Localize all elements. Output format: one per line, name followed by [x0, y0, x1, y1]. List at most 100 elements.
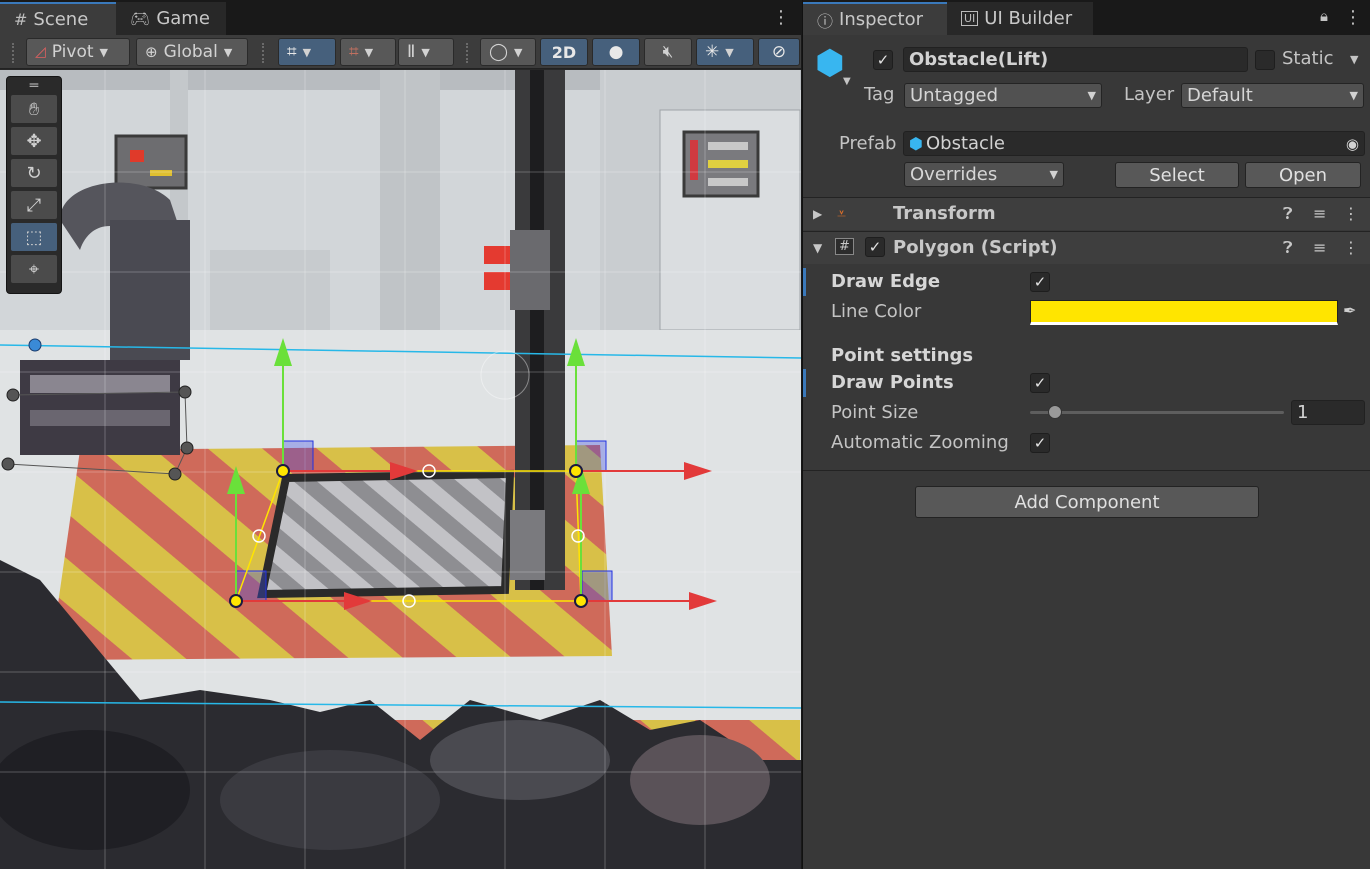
globe-icon: ⊕: [145, 43, 158, 61]
increment-snap-button[interactable]: ⌗ ▼: [340, 38, 396, 66]
collider-point[interactable]: [1, 457, 15, 471]
add-component-button[interactable]: Add Component: [915, 486, 1259, 518]
camera-handle[interactable]: [28, 338, 42, 352]
tab-game-label: Game: [156, 8, 210, 29]
rect-tool-button[interactable]: ⬚: [11, 223, 57, 251]
prefab-field[interactable]: ⬢ Obstacle ◉: [903, 131, 1365, 156]
ui-builder-icon: UI: [961, 11, 979, 26]
object-picker-icon[interactable]: ◉: [1346, 135, 1359, 153]
polygon-point[interactable]: [574, 594, 588, 608]
ruler-button[interactable]: Ⅱ ▼: [398, 38, 454, 66]
open-label: Open: [1278, 164, 1328, 186]
scene-more-icon[interactable]: ⋮: [772, 7, 790, 28]
prefab-open-button[interactable]: Open: [1245, 162, 1361, 188]
overrides-dropdown[interactable]: Overrides ▼: [904, 162, 1064, 187]
shading-sphere-icon: ◯: [489, 42, 509, 62]
collider-point[interactable]: [6, 388, 20, 402]
polygon-point[interactable]: [229, 594, 243, 608]
point-size-slider-track[interactable]: [1030, 405, 1284, 419]
polygon-script-header[interactable]: ▼ # ✓ Polygon (Script) ❓︎ ≡ ⋮: [803, 231, 1370, 264]
grid-snap-button[interactable]: ⌗ ▼: [278, 38, 336, 66]
wall-panel: [210, 250, 330, 340]
component-menu-icon[interactable]: ⋮: [1343, 238, 1359, 257]
polygon-point[interactable]: [569, 464, 583, 478]
scene-viewport[interactable]: [0, 70, 801, 869]
prefab-cube-icon: ⬢: [909, 134, 923, 153]
transform-tool-button[interactable]: ⌖: [11, 255, 57, 283]
object-icon-dropdown[interactable]: ▼: [843, 76, 851, 87]
auto-zoom-label: Automatic Zooming: [831, 432, 1009, 453]
scene-view-canvas[interactable]: [0, 70, 801, 869]
tab-game[interactable]: 🎮︎ Game: [116, 2, 226, 35]
help-icon[interactable]: ❓︎: [1283, 238, 1293, 258]
toolbar-grip-icon: [466, 43, 470, 63]
control-panel-light: [150, 170, 172, 176]
chevron-down-icon: ▼: [302, 45, 312, 59]
rotate-tool-button[interactable]: ↻: [11, 159, 57, 187]
visibility-toggle[interactable]: ⊘: [758, 38, 800, 66]
tab-ui-builder[interactable]: UI UI Builder: [947, 2, 1093, 35]
control-panel-light: [690, 140, 698, 180]
polygon-enabled-checkbox[interactable]: ✓: [865, 237, 885, 257]
tag-dropdown[interactable]: Untagged ▼: [904, 83, 1102, 108]
foldout-expanded-icon[interactable]: ▼: [813, 241, 822, 255]
layer-dropdown[interactable]: Default ▼: [1181, 83, 1364, 108]
draw-edge-checkbox[interactable]: ✓: [1030, 272, 1050, 292]
chevron-down-icon: ▼: [514, 45, 523, 59]
rect-icon: ⬚: [25, 226, 43, 248]
scene-tabbar: # Scene 🎮︎ Game ⋮: [0, 0, 801, 35]
tool-palette-handle[interactable]: ═: [7, 77, 61, 95]
effects-button[interactable]: ✳ ▼: [696, 38, 754, 66]
mode-2d-label: 2D: [551, 42, 577, 62]
move-tool-button[interactable]: ✥: [11, 127, 57, 155]
collider-point[interactable]: [168, 467, 182, 481]
draw-mode-button[interactable]: ◯ ▼: [480, 38, 536, 66]
presets-icon[interactable]: ≡: [1313, 238, 1326, 257]
wall-panel: [380, 70, 440, 330]
line-color-field[interactable]: [1030, 300, 1338, 325]
object-cube-icon: ⬢: [815, 43, 845, 83]
layer-value: Default: [1187, 85, 1253, 106]
polygon-script-title: Polygon (Script): [893, 237, 1058, 258]
collider-point[interactable]: [180, 441, 194, 455]
polygon-point[interactable]: [276, 464, 290, 478]
object-active-checkbox[interactable]: ✓: [873, 50, 893, 70]
pivot-dropdown[interactable]: ◿ Pivot ▼: [26, 38, 130, 66]
tab-inspector[interactable]: ⓘ Inspector: [803, 2, 947, 35]
tab-ui-builder-label: UI Builder: [984, 8, 1073, 29]
help-icon[interactable]: ❓︎: [1283, 204, 1293, 224]
lock-icon[interactable]: 🔒︎: [1317, 7, 1331, 25]
audio-toggle[interactable]: 🔇︎: [644, 38, 692, 66]
point-size-field[interactable]: 1: [1291, 400, 1365, 425]
empty-checkbox-icon: [1255, 50, 1275, 70]
component-menu-icon[interactable]: ⋮: [1343, 204, 1359, 223]
chevron-down-icon: ▼: [725, 45, 734, 59]
hand-tool-button[interactable]: ✋︎: [11, 95, 57, 123]
auto-zoom-checkbox[interactable]: ✓: [1030, 433, 1050, 453]
collider-point[interactable]: [178, 385, 192, 399]
control-panel-light: [130, 150, 144, 162]
scale-tool-button[interactable]: ⤢: [11, 191, 57, 219]
point-size-slider-thumb[interactable]: [1048, 405, 1063, 419]
tag-label: Tag: [864, 84, 895, 105]
static-label: Static: [1282, 48, 1334, 69]
prefab-select-button[interactable]: Select: [1115, 162, 1239, 188]
transform-header[interactable]: ▶ ⩡ Transform ❓︎ ≡ ⋮: [803, 197, 1370, 230]
static-dropdown-icon[interactable]: ▼: [1350, 53, 1358, 66]
presets-icon[interactable]: ≡: [1313, 204, 1326, 223]
static-checkbox[interactable]: [1255, 50, 1275, 70]
foldout-collapsed-icon[interactable]: ▶: [813, 207, 822, 221]
global-dropdown[interactable]: ⊕ Global ▼: [136, 38, 248, 66]
inspector-more-icon[interactable]: ⋮: [1344, 7, 1362, 28]
draw-points-checkbox[interactable]: ✓: [1030, 373, 1050, 393]
control-panel-light: [708, 160, 748, 168]
lighting-toggle[interactable]: ●: [592, 38, 640, 66]
object-name-field[interactable]: Obstacle(Lift): [903, 47, 1248, 72]
lift-pillar-box: [510, 230, 550, 310]
tab-scene[interactable]: # Scene: [0, 2, 116, 35]
eyedropper-icon[interactable]: ✒: [1343, 301, 1356, 320]
global-label: Global: [163, 42, 218, 62]
mode-2d-toggle[interactable]: 2D: [540, 38, 588, 66]
select-label: Select: [1149, 164, 1205, 186]
red-light: [484, 246, 510, 264]
